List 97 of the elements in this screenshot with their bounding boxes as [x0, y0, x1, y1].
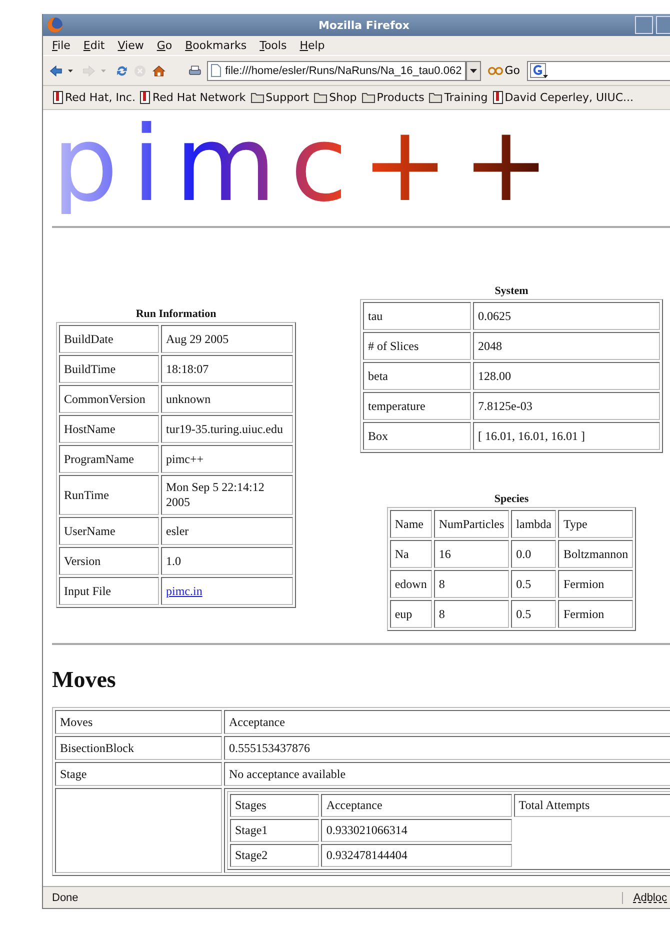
bookmark-page-icon: [53, 91, 63, 104]
table-cell: 8: [434, 570, 510, 598]
menu-item[interactable]: Help: [294, 39, 332, 52]
table-cell: Moves: [55, 710, 222, 734]
table-cell: BuildDate: [59, 325, 159, 353]
minimize-button[interactable]: [635, 16, 653, 34]
table-cell: Boltzmannon: [558, 540, 634, 568]
table-cell: 18:18:07: [161, 355, 293, 383]
folder-icon: [429, 92, 442, 103]
table-cell: Type: [558, 510, 634, 538]
bookmark-item[interactable]: Red Hat, Inc.: [53, 91, 136, 104]
table-cell: [ 16.01, 16.01, 16.01 ]: [473, 422, 660, 450]
table-cell: lambda: [511, 510, 556, 538]
table-cell: Input File: [59, 577, 159, 605]
table-cell: 0.5: [511, 570, 556, 598]
go-icon: [488, 66, 504, 76]
table-caption: Run Information: [136, 308, 216, 320]
table-cell: Version: [59, 547, 159, 575]
table-cell: Stages: [230, 794, 320, 817]
menu-item[interactable]: File: [46, 39, 78, 52]
table-cell: beta: [363, 362, 471, 390]
file-link[interactable]: pimc.in: [166, 584, 202, 598]
table-cell: Stage2: [230, 844, 320, 867]
table-cell: temperature: [363, 392, 471, 420]
table-cell: NumParticles: [434, 510, 510, 538]
table-cell: 8: [434, 600, 510, 628]
table-cell: BuildTime: [59, 355, 159, 383]
table-cell: 0.555153437876: [224, 736, 670, 760]
status-text: Done: [52, 892, 80, 904]
go-button[interactable]: Go: [486, 64, 522, 77]
caret-icon: [470, 68, 477, 72]
table-cell: Total Attempts: [514, 794, 670, 817]
table-cell: 0.932478144404: [321, 844, 512, 867]
table-cell: eup: [390, 600, 432, 628]
table-cell: unknown: [161, 385, 293, 413]
dropdown-button[interactable]: [466, 60, 481, 80]
bookmark-item[interactable]: Shop: [314, 91, 357, 104]
table-cell: Mon Sep 5 22:14:12 2005: [161, 475, 293, 515]
search-engine-icon: [530, 62, 548, 78]
address-field[interactable]: file:///home/esler/Runs/NaRuns/Na_16_tau0.062: [207, 60, 466, 80]
section-heading: Moves: [52, 667, 117, 693]
bookmark-item[interactable]: Red Hat Network: [140, 91, 246, 104]
table-cell: Acceptance: [224, 710, 670, 734]
menu-item[interactable]: View: [112, 39, 151, 52]
browser-logo-icon: [47, 17, 63, 33]
table-cell: 0.0625: [473, 302, 660, 330]
search-field[interactable]: [526, 60, 670, 80]
window-title: Mozilla Firefox: [317, 18, 411, 32]
table-cell: 0.933021066314: [321, 819, 512, 842]
table-cell: Aug 29 2005: [161, 325, 293, 353]
table-cell: ProgramName: [59, 445, 159, 473]
table-cell: CommonVersion: [59, 385, 159, 413]
table-cell: Stage1: [230, 819, 320, 842]
caret-icon[interactable]: [68, 68, 73, 72]
table-cell: Stage: [55, 762, 222, 786]
folder-icon: [362, 92, 375, 103]
table-cell: BisectionBlock: [55, 736, 222, 760]
table-cell: HostName: [59, 415, 159, 443]
table-cell: UserName: [59, 517, 159, 545]
menu-item[interactable]: Edit: [77, 39, 112, 52]
table-cell: 0.0: [511, 540, 556, 568]
table-cell: No acceptance available: [224, 762, 670, 786]
table-cell: Name: [390, 510, 432, 538]
bookmark-page-icon: [140, 91, 150, 104]
table-caption: Species: [494, 493, 529, 505]
bookmark-item[interactable]: Training: [429, 91, 488, 104]
table-cell: 7.8125e-03: [473, 392, 660, 420]
table-cell: Acceptance: [321, 794, 512, 817]
table-cell: # of Slices: [363, 332, 471, 360]
bookmark-item[interactable]: Support: [250, 91, 310, 104]
bookmark-page-icon: [492, 91, 503, 104]
table-cell: tau: [363, 302, 471, 330]
table-cell: tur19-35.turing.uiuc.edu: [161, 415, 293, 443]
table-cell: pimc++: [161, 445, 293, 473]
table-cell: 0.5: [511, 600, 556, 628]
table-cell: edown: [390, 570, 432, 598]
table-cell: 1.0: [161, 547, 293, 575]
menu-item[interactable]: Tools: [254, 39, 294, 52]
table-cell: 16: [434, 540, 510, 568]
table-cell: Fermion: [558, 600, 634, 628]
table-cell: Fermion: [558, 570, 634, 598]
menu-item[interactable]: Bookmarks: [179, 39, 254, 52]
table-cell: RunTime: [59, 475, 159, 515]
table-caption: System: [494, 285, 528, 297]
maximize-button[interactable]: [656, 16, 670, 34]
extension-label[interactable]: Adbloc: [622, 892, 667, 904]
table-cell: esler: [161, 517, 293, 545]
bookmark-item[interactable]: Products: [362, 91, 424, 104]
page-icon: [211, 64, 222, 77]
folder-icon: [314, 92, 328, 103]
table-cell: 2048: [473, 332, 660, 360]
folder-icon: [250, 92, 264, 103]
table-cell: Box: [363, 422, 471, 450]
bookmark-item[interactable]: David Ceperley, UIUC...: [492, 91, 634, 104]
menu-item[interactable]: Go: [150, 39, 180, 52]
table-cell: 128.00: [473, 362, 660, 390]
table-cell: Na: [390, 540, 432, 568]
